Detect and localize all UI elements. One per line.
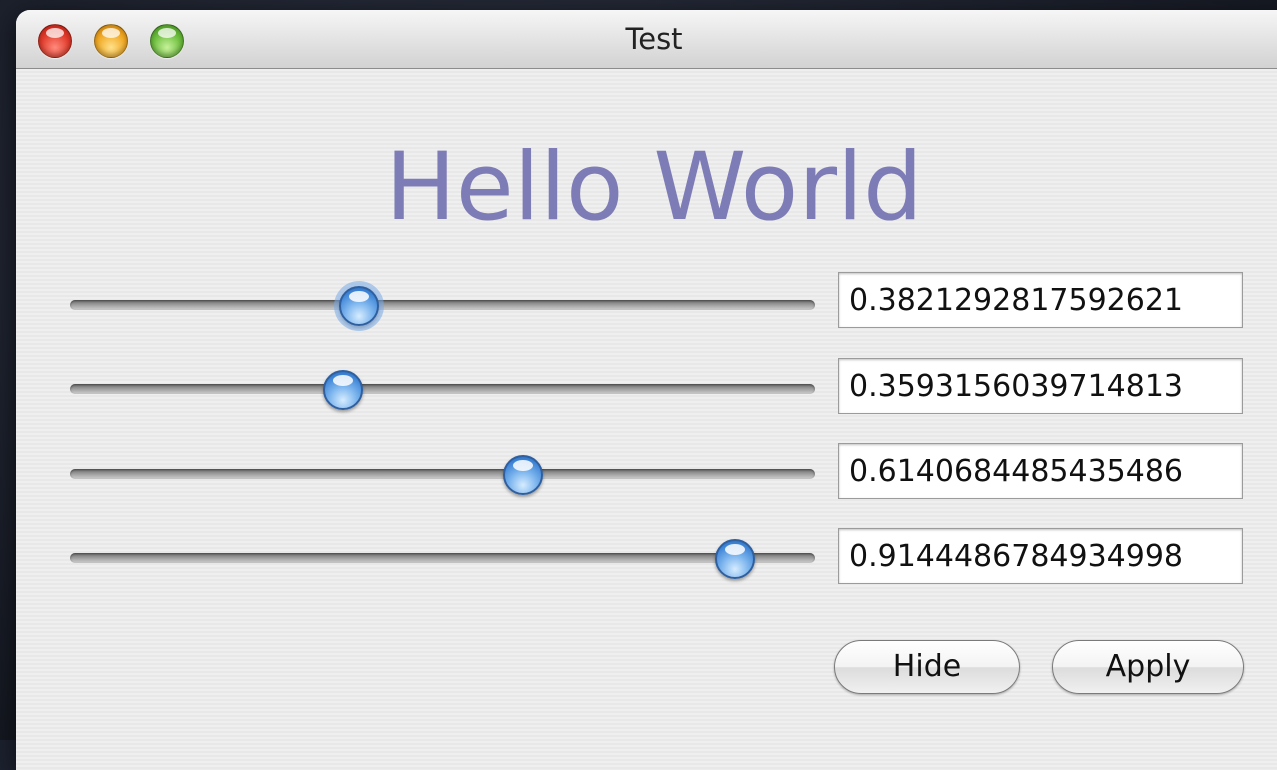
slider-knob[interactable] <box>339 286 380 326</box>
slider-1[interactable] <box>70 286 815 326</box>
slider-knob[interactable] <box>502 455 543 495</box>
apply-button[interactable]: Apply <box>1052 640 1244 694</box>
slider-track[interactable] <box>70 553 815 563</box>
hello-heading: Hello World <box>385 133 923 242</box>
slider-knob[interactable] <box>714 539 755 579</box>
slider-4[interactable] <box>70 539 815 579</box>
window-content: Hello World 0.3821292817592621 0.3593156… <box>16 69 1277 769</box>
slider-knob[interactable] <box>323 370 364 410</box>
slider-2[interactable] <box>70 370 815 410</box>
value-field-4[interactable]: 0.9144486784934998 <box>838 528 1243 584</box>
slider-3[interactable] <box>70 455 815 495</box>
slider-track[interactable] <box>70 384 815 394</box>
value-field-3[interactable]: 0.6140684485435486 <box>838 443 1243 499</box>
value-field-1[interactable]: 0.3821292817592621 <box>838 272 1243 328</box>
title-bar[interactable]: Test <box>16 10 1277 69</box>
window-title: Test <box>625 22 683 56</box>
slider-track[interactable] <box>70 300 815 310</box>
value-field-2[interactable]: 0.3593156039714813 <box>838 358 1243 414</box>
hide-button[interactable]: Hide <box>834 640 1020 694</box>
slider-track[interactable] <box>70 469 815 479</box>
app-window: Test Hello World 0.3821292817592621 0.35… <box>16 10 1277 770</box>
